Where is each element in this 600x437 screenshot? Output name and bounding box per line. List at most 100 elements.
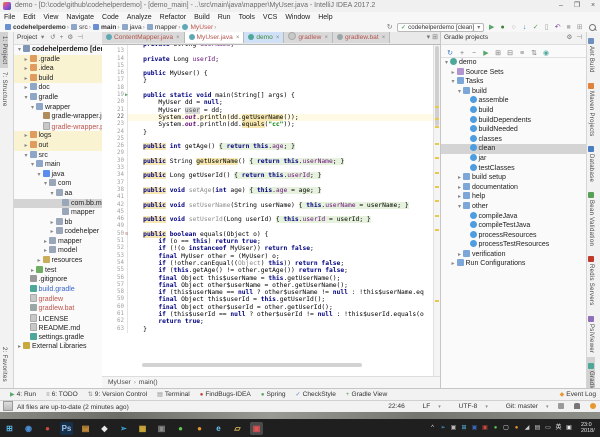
- code-line[interactable]: 15: [102, 63, 440, 70]
- code-editor[interactable]: 12 private String userName;1314 private …: [102, 41, 440, 333]
- code-line[interactable]: 16 public MyUser() {: [102, 70, 440, 77]
- revert-button[interactable]: ↶: [552, 23, 563, 32]
- collapse-arrow-icon[interactable]: ▾: [42, 180, 49, 189]
- code-line[interactable]: 63 }: [102, 326, 440, 333]
- tray-expand-icon[interactable]: ^: [428, 424, 437, 433]
- breadcrumb-mapper[interactable]: mapper: [155, 24, 177, 31]
- tray-icon[interactable]: ⊞: [460, 424, 469, 433]
- code-line[interactable]: 34 public Long getUserId() { return this…: [102, 172, 440, 179]
- close-button[interactable]: ×: [586, 0, 600, 12]
- project-tree-item-gradle-wrapper-prop[interactable]: gradle-wrapper.prop: [14, 122, 102, 132]
- project-tree-item-mapper[interactable]: ▸mapper: [14, 237, 102, 247]
- code-line[interactable]: 13: [102, 48, 440, 55]
- caret-position[interactable]: 22:46: [388, 403, 405, 410]
- commit-button[interactable]: ✓: [530, 23, 541, 32]
- project-tree-item-idea[interactable]: ▸.idea: [14, 64, 102, 74]
- menu-refactor[interactable]: Refactor: [156, 12, 190, 23]
- tool-stripe-7-structure[interactable]: 7: Structure: [0, 68, 8, 111]
- code-line[interactable]: 25: [102, 136, 440, 143]
- offline-mode-icon[interactable]: ⇅: [528, 48, 540, 60]
- expand-arrow-icon[interactable]: ▸: [49, 219, 56, 228]
- scrollbar-thumb[interactable]: [435, 46, 439, 126]
- tool-window-switcher-icon[interactable]: [3, 401, 13, 411]
- gradle-tree-item-tasks[interactable]: ▾Tasks: [441, 77, 587, 87]
- menu-run[interactable]: Run: [214, 12, 235, 23]
- taskbar-app-icon[interactable]: ◆: [98, 422, 111, 435]
- expand-arrow-icon[interactable]: ▸: [42, 238, 49, 247]
- tray-icon[interactable]: ▢: [502, 424, 511, 433]
- project-tree-item-aa[interactable]: ▾aa: [14, 189, 102, 199]
- close-tab-icon[interactable]: ×: [176, 35, 180, 41]
- gradle-tree-item-other[interactable]: ▾other: [441, 202, 587, 212]
- split-icon[interactable]: ⊞: [430, 34, 438, 41]
- expand-arrow-icon[interactable]: ▸: [29, 267, 36, 276]
- expand-arrow-icon[interactable]: ▸: [450, 69, 457, 78]
- window-button[interactable]: ⊞: [574, 23, 585, 32]
- breadcrumb-main[interactable]: main: [101, 24, 116, 31]
- horizontal-scrollbar-thumb[interactable]: [142, 363, 362, 367]
- tray-icon[interactable]: ▣: [565, 424, 574, 433]
- update-project-button[interactable]: ↓: [519, 23, 530, 32]
- code-line[interactable]: 52 if (!(o instanceof MyUser)) return fa…: [102, 245, 440, 252]
- menu-build[interactable]: Build: [190, 12, 214, 23]
- project-tree-item-out[interactable]: ▸out: [14, 141, 102, 151]
- tray-icon[interactable]: ▤: [533, 424, 542, 433]
- project-tree-item-gitignore[interactable]: .gitignore: [14, 275, 102, 285]
- project-tree-item-bb[interactable]: ▸bb: [14, 218, 102, 228]
- code-line[interactable]: 58 if (this$userName == null ? other$use…: [102, 289, 440, 296]
- minimize-button[interactable]: –: [554, 0, 568, 12]
- code-line[interactable]: 41: [102, 194, 440, 201]
- code-line[interactable]: 62 return true;: [102, 318, 440, 325]
- expand-arrow-icon[interactable]: ▸: [456, 174, 463, 183]
- gradle-settings-icon[interactable]: ◉: [540, 48, 552, 60]
- expand-arrow-icon[interactable]: ▸: [49, 228, 56, 237]
- gradle-tree-item-processresources[interactable]: processResources: [441, 231, 587, 241]
- locate-icon[interactable]: ↺: [50, 34, 55, 41]
- project-tree-item-doc[interactable]: ▸doc: [14, 83, 102, 93]
- tool-stripe-bean-validation[interactable]: Bean Validation: [587, 186, 595, 250]
- hide-icon[interactable]: ⊣: [576, 34, 582, 41]
- editor-tab-demo[interactable]: demo×: [244, 32, 284, 43]
- expand-arrow-icon[interactable]: ▸: [42, 247, 49, 256]
- breadcrumb-codehelperdemo[interactable]: codehelperdemo: [13, 24, 66, 31]
- debug-button[interactable]: ●: [497, 23, 508, 32]
- breadcrumb-src[interactable]: src: [79, 24, 88, 31]
- taskbar-app-icon[interactable]: ▣: [155, 422, 168, 435]
- close-tab-icon[interactable]: ×: [382, 35, 386, 41]
- tray-icon[interactable]: ▣: [449, 424, 458, 433]
- project-tree-item-gradle[interactable]: ▸.gradle: [14, 55, 102, 65]
- editor-scrollbar[interactable]: [433, 44, 440, 376]
- run-button[interactable]: ▶: [486, 23, 497, 32]
- gradle-tree-item-help[interactable]: ▸help: [441, 192, 587, 202]
- expand-arrow-icon[interactable]: ▸: [23, 56, 30, 65]
- breadcrumb-java[interactable]: java: [130, 24, 142, 31]
- project-tree-item-resources[interactable]: ▸resources: [14, 256, 102, 266]
- tool-stripe-ant-build[interactable]: Ant Build: [587, 32, 595, 77]
- taskbar-app-icon[interactable]: ➢: [117, 422, 130, 435]
- menu-code[interactable]: Code: [98, 12, 123, 23]
- tray-icon[interactable]: ▭: [544, 424, 553, 433]
- tray-icon[interactable]: ◢: [523, 424, 532, 433]
- taskbar-app-icon[interactable]: e: [212, 422, 225, 435]
- project-tree-item-build-gradle[interactable]: build.gradle: [14, 285, 102, 295]
- expand-arrow-icon[interactable]: ▸: [23, 84, 30, 93]
- expand-arrow-icon[interactable]: ▸: [450, 260, 457, 269]
- project-tree-item-gradlew[interactable]: gradlew: [14, 294, 102, 304]
- collapse-arrow-icon[interactable]: ▾: [49, 190, 56, 199]
- run-configuration-select[interactable]: ✓codehelperdemo [clean]▾: [397, 23, 484, 32]
- maximize-button[interactable]: ❐: [570, 0, 584, 12]
- hide-icon[interactable]: ⊣: [77, 34, 83, 41]
- gradle-tree-item-assemble[interactable]: assemble: [441, 96, 587, 106]
- vcs-branch-widget[interactable]: Git: master▾: [498, 403, 549, 410]
- taskbar-app-icon[interactable]: ▤: [79, 422, 92, 435]
- notifications-icon[interactable]: [558, 403, 564, 409]
- code-line[interactable]: 45: [102, 209, 440, 216]
- menu-analyze[interactable]: Analyze: [123, 12, 156, 23]
- close-tab-icon[interactable]: ×: [236, 35, 240, 41]
- gradle-tree-item-clean[interactable]: clean: [441, 144, 587, 154]
- lock-icon[interactable]: [574, 403, 580, 409]
- code-line[interactable]: 59 final Object this$userId = this.getUs…: [102, 296, 440, 303]
- expand-icon[interactable]: +: [60, 34, 64, 41]
- run-task-icon[interactable]: ▶: [480, 48, 492, 60]
- project-tree-item-wrapper[interactable]: ▾wrapper: [14, 103, 102, 113]
